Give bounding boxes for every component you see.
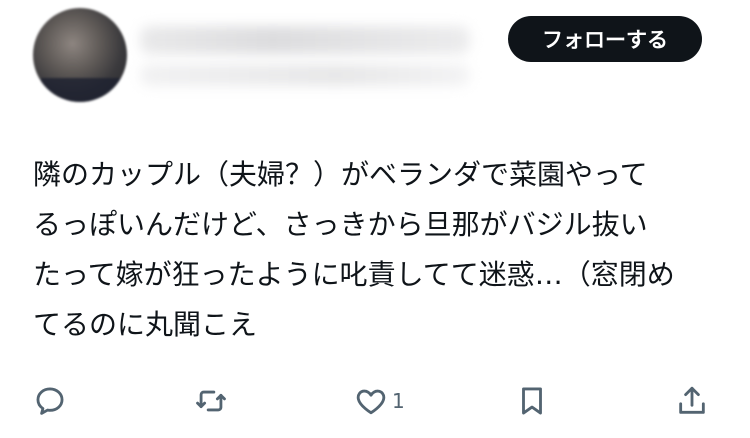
- like-button[interactable]: 1: [354, 384, 405, 418]
- like-count: 1: [392, 389, 405, 413]
- retweet-button[interactable]: [194, 384, 228, 418]
- share-button[interactable]: [675, 384, 709, 418]
- display-name-redacted: [140, 26, 470, 54]
- share-icon: [679, 386, 705, 414]
- action-bar: 1: [0, 384, 750, 430]
- reply-icon: [36, 387, 64, 415]
- retweet-icon: [196, 390, 226, 412]
- reply-button[interactable]: [33, 384, 67, 418]
- avatar[interactable]: [33, 8, 127, 102]
- bookmark-icon: [522, 387, 542, 415]
- username-redacted: [140, 64, 470, 86]
- follow-button[interactable]: フォローする: [508, 16, 702, 62]
- bookmark-button[interactable]: [515, 384, 549, 418]
- heart-icon: [356, 389, 386, 415]
- tweet-text: 隣のカップル（夫婦？）がベランダで菜園やって るっぽいんだけど、さっきから旦那が…: [33, 158, 675, 341]
